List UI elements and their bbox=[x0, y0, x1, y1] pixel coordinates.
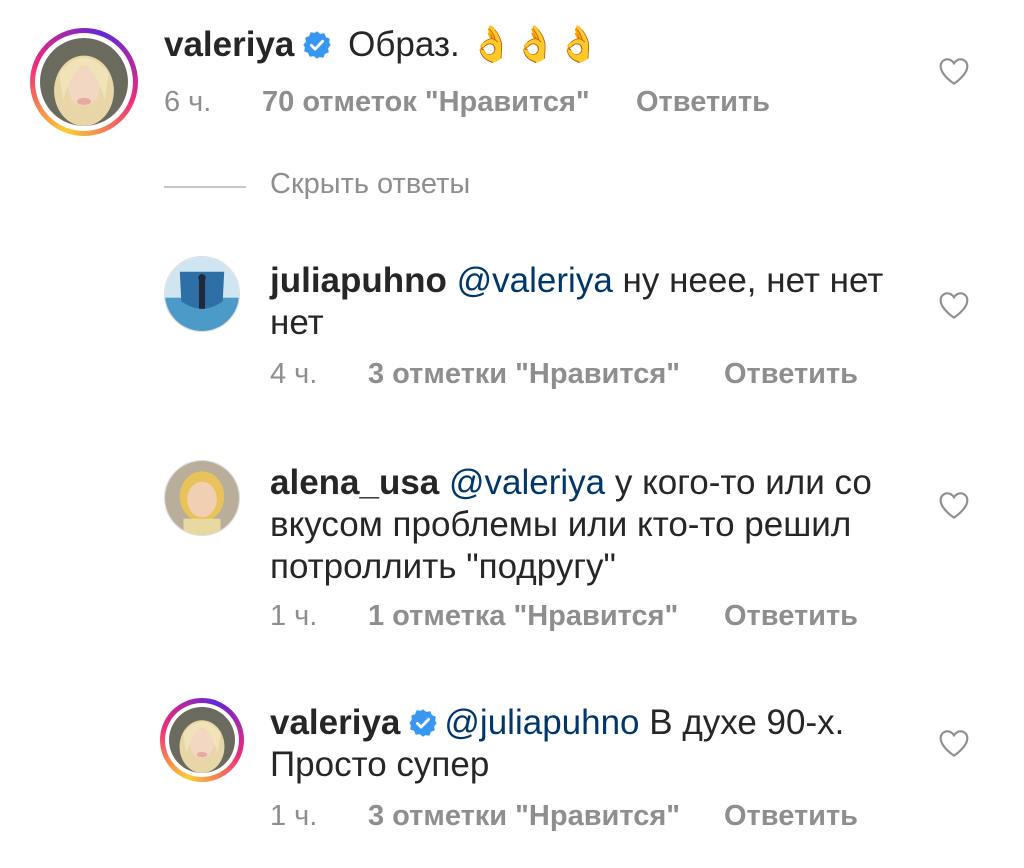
mention-link[interactable]: @valeriya bbox=[449, 463, 605, 502]
ok-hand-emoji: 👌👌👌 bbox=[469, 25, 601, 65]
avatar-valeriya[interactable] bbox=[160, 698, 244, 782]
comment-time: 6 ч. bbox=[164, 86, 212, 118]
comment-body-line2: нет bbox=[270, 303, 324, 342]
comment-meta: 6 ч. 70 отметок "Нравится" Ответить bbox=[164, 86, 864, 122]
comment-meta: 1 ч. 1 отметка "Нравится" Ответить bbox=[270, 600, 910, 636]
comment-text: valeriya Образ. 👌👌👌 bbox=[164, 24, 924, 66]
comment-username[interactable]: valeriya bbox=[270, 703, 400, 742]
hide-replies-label[interactable]: Скрыть ответы bbox=[270, 168, 470, 201]
comment-username[interactable]: alena_usa bbox=[270, 463, 439, 502]
comment-body-line1: В духе 90-х. bbox=[639, 703, 845, 742]
mention-link[interactable]: @juliapuhno bbox=[444, 703, 639, 742]
comment-time: 1 ч. bbox=[270, 800, 318, 832]
comment-body: Образ. bbox=[338, 25, 470, 64]
avatar-image bbox=[169, 707, 235, 773]
comment-text: valeriya @juliapuhno В духе 90-х. Просто … bbox=[270, 702, 910, 786]
avatar-juliapuhno[interactable] bbox=[164, 256, 240, 332]
avatar-alena-usa[interactable] bbox=[164, 460, 240, 536]
comment-meta: 1 ч. 3 отметки "Нравится" Ответить bbox=[270, 800, 910, 836]
divider-line bbox=[164, 186, 246, 188]
like-heart-icon[interactable] bbox=[938, 728, 970, 758]
comment-username[interactable]: juliapuhno bbox=[270, 261, 447, 300]
comment-username[interactable]: valeriya bbox=[164, 25, 294, 64]
comment-time: 4 ч. bbox=[270, 358, 318, 390]
verified-badge-icon bbox=[409, 709, 438, 737]
avatar-valeriya[interactable] bbox=[30, 28, 138, 136]
reply-button[interactable]: Ответить bbox=[724, 800, 858, 833]
comment-body-line1: ну неее, нет нет bbox=[612, 261, 884, 300]
comment-body-line2: вкусом проблемы или кто-то решил bbox=[270, 505, 852, 544]
reply-button[interactable]: Ответить bbox=[724, 358, 858, 391]
mention-link[interactable]: @valeriya bbox=[457, 261, 613, 300]
verified-badge-icon bbox=[303, 31, 332, 59]
likes-count[interactable]: 3 отметки "Нравится" bbox=[368, 800, 680, 833]
comment-body-line2: Просто супер bbox=[270, 745, 490, 784]
reply-button[interactable]: Ответить bbox=[636, 86, 770, 119]
comment-body-line3: потроллить "подругу" bbox=[270, 547, 616, 586]
avatar-image bbox=[40, 38, 128, 126]
like-heart-icon[interactable] bbox=[938, 56, 970, 86]
likes-count[interactable]: 1 отметка "Нравится" bbox=[368, 600, 678, 633]
comment-body-line1: у кого-то или со bbox=[605, 463, 872, 502]
reply-button[interactable]: Ответить bbox=[724, 600, 858, 633]
avatar-image bbox=[165, 257, 239, 331]
comment-text: alena_usa @valeriya у кого-то или со вку… bbox=[270, 462, 910, 588]
comment-text: juliapuhno @valeriya ну неее, нет нет не… bbox=[270, 260, 890, 344]
comment-time: 1 ч. bbox=[270, 600, 318, 632]
like-heart-icon[interactable] bbox=[938, 490, 970, 520]
comment-meta: 4 ч. 3 отметки "Нравится" Ответить bbox=[270, 358, 910, 394]
avatar-image bbox=[165, 461, 239, 535]
likes-count[interactable]: 3 отметки "Нравится" bbox=[368, 358, 680, 391]
likes-count[interactable]: 70 отметок "Нравится" bbox=[262, 86, 590, 119]
like-heart-icon[interactable] bbox=[938, 290, 970, 320]
